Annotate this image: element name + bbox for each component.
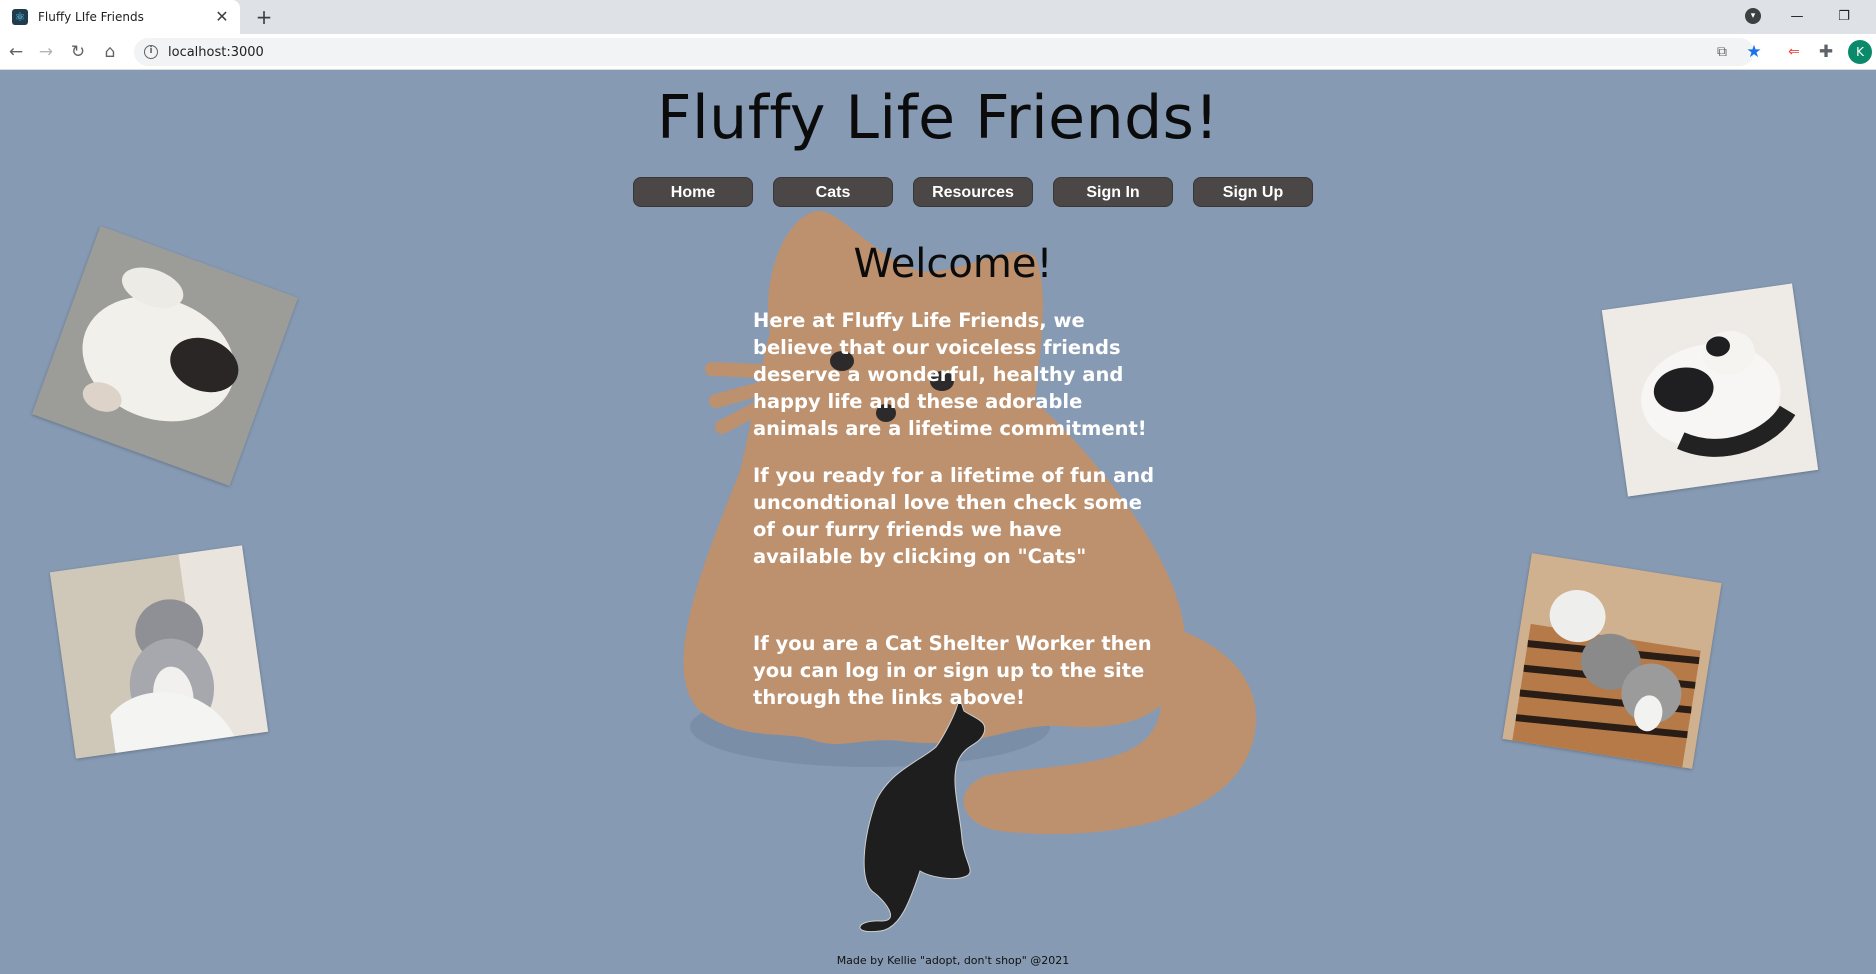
intro-paragraph-2: If you ready for a lifetime of fun and u… [753, 464, 1155, 568]
nav-cats-button[interactable]: Cats [773, 177, 893, 207]
welcome-heading: Welcome! [853, 241, 1053, 287]
address-bar[interactable]: i localhost:3000 [134, 38, 1754, 66]
nav-sign-up-button[interactable]: Sign Up [1193, 177, 1313, 207]
url-text[interactable]: localhost:3000 [168, 45, 264, 60]
home-icon[interactable]: ⌂ [98, 40, 122, 64]
page-content: Fluffy Life Friends! Home Cats Resources… [0, 71, 1876, 974]
nav-home-button[interactable]: Home [633, 177, 753, 207]
browser-tab[interactable]: ⚛ Fluffy LIfe Friends ✕ [0, 0, 240, 34]
tab-title: Fluffy LIfe Friends [38, 10, 144, 24]
back-arrow-icon[interactable]: ← [4, 40, 28, 64]
nav-resources-button[interactable]: Resources [913, 177, 1033, 207]
browser-toolbar: ← → ↻ ⌂ i localhost:3000 ⧉ ★ ⇐ ✚ K [0, 34, 1876, 70]
intro-text: Here at Fluffy Life Friends, we believe … [753, 307, 1163, 731]
intro-paragraph-3: If you are a Cat Shelter Worker then you… [753, 632, 1152, 709]
reload-icon[interactable]: ↻ [66, 40, 90, 64]
star-icon[interactable]: ★ [1742, 40, 1766, 64]
extension-icon[interactable]: ⇐ [1782, 40, 1806, 64]
tab-search-icon[interactable]: ▾ [1745, 8, 1761, 24]
page-title: Fluffy Life Friends! [656, 83, 1219, 153]
forward-arrow-icon[interactable]: → [34, 40, 58, 64]
footer-text: Made by Kellie "adopt, don't shop" @2021 [836, 954, 1070, 967]
close-tab-icon[interactable]: ✕ [212, 7, 232, 27]
intro-paragraph-1: Here at Fluffy Life Friends, we believe … [753, 309, 1147, 440]
puzzle-icon[interactable]: ✚ [1814, 40, 1838, 64]
browser-tab-bar: ⚛ Fluffy LIfe Friends ✕ + ▾ — ❐ [0, 0, 1876, 34]
main-nav: Home Cats Resources Sign In Sign Up [633, 177, 1313, 207]
new-tab-button[interactable]: + [252, 5, 276, 29]
restore-button[interactable]: ❐ [1829, 5, 1859, 29]
profile-avatar[interactable]: K [1848, 40, 1872, 64]
open-in-icon[interactable]: ⧉ [1710, 40, 1734, 64]
info-icon[interactable]: i [144, 45, 158, 59]
react-icon: ⚛ [12, 9, 28, 25]
photo-grey-kitten [49, 545, 269, 759]
photo-fluffy-black-white-cat [1601, 283, 1819, 497]
minimize-button[interactable]: — [1782, 5, 1812, 29]
photo-three-kittens [1502, 553, 1722, 769]
nav-sign-in-button[interactable]: Sign In [1053, 177, 1173, 207]
